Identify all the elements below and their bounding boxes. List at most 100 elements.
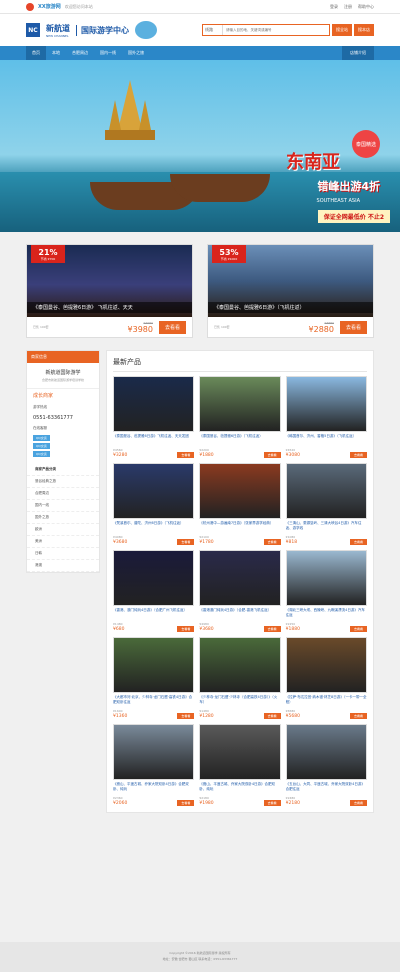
product-title[interactable]: 《湖北三峡大坝、西陵峡、九畹溪漂流4日游》汽车往返 — [286, 606, 367, 622]
product-button[interactable]: 去看看 — [263, 626, 281, 632]
category-item[interactable]: 日韩 — [27, 548, 99, 560]
price-value: 3680 — [115, 539, 128, 545]
deal-button[interactable]: 去看看 — [158, 320, 186, 334]
product-button[interactable]: 去看看 — [177, 539, 195, 545]
site-brand[interactable]: XX旅游网 — [38, 3, 61, 10]
category-item[interactable]: 合肥周边 — [27, 488, 99, 500]
search-shop-button[interactable]: 搜本店 — [354, 24, 374, 36]
product-image[interactable] — [199, 376, 281, 432]
product-title[interactable]: 《嵩山、平遥古城、乔家大院双卧4日游》合肥双卧、纯玩 — [113, 780, 194, 796]
product-image[interactable] — [113, 637, 195, 693]
shop-intro-link[interactable]: 店铺介绍 — [342, 46, 374, 60]
product-title[interactable]: 《拉萨·布达拉宫·纳木错·林芝8日游》（一卡一带一全程） — [286, 693, 367, 709]
product-card[interactable]: 《香港、澳门纯玩4日游》（合肥广州飞机往返） ¥1480 ¥680 去看看 — [113, 550, 195, 632]
product-image[interactable] — [113, 724, 195, 780]
product-card[interactable]: 《三清山、婺源篁岭、三清大峡谷4日游》汽车往返、游学线 ¥1080 ¥818 去看… — [285, 463, 367, 545]
product-title[interactable]: 《泰国曼谷、芭提雅6日游》飞机往返、天天发团 — [113, 432, 194, 448]
deal-card[interactable]: 53% 节省 ¥1000 《泰国曼谷、芭提雅6日游》（飞机往返） 已售 100套 … — [207, 244, 374, 338]
product-card[interactable]: 《杭州港中—游遍南7日游》（张家界游学经典） ¥2100 ¥1780 去看看 — [199, 463, 281, 545]
product-title[interactable]: 《少林寺·龙门石窟·少林寺（合肥高铁4日游）》（火车） — [199, 693, 280, 709]
product-card[interactable]: 《泰国曼谷、芭提雅6日游》飞机往返、天天发团 ¥4560 ¥3280 去看看 — [113, 376, 195, 458]
product-image[interactable] — [285, 550, 367, 606]
product-card[interactable]: 《韩国首尔、济州、香格5日游》（飞机往返） ¥4520 ¥3080 去看看 — [285, 376, 367, 458]
product-image[interactable] — [199, 550, 281, 606]
deal-button[interactable]: 去看看 — [339, 320, 367, 334]
product-card[interactable]: 《湖北三峡大坝、西陵峡、九畹溪漂流4日游》汽车往返 ¥2250 ¥1880 去看看 — [285, 550, 367, 632]
login-link[interactable]: 登录 — [330, 4, 338, 10]
category-item[interactable]: 国外之旅 — [27, 512, 99, 524]
product-price: ¥1980 — [199, 800, 214, 806]
deal-image[interactable]: 21% 节省 ¥700 《泰国曼谷、芭提雅6日游》 飞机往返、天天 — [27, 245, 192, 317]
deal-card[interactable]: 21% 节省 ¥700 《泰国曼谷、芭提雅6日游》 飞机往返、天天 已售 100套… — [26, 244, 193, 338]
category-item[interactable]: 曼谷经典之旅 — [27, 476, 99, 488]
product-image[interactable] — [285, 376, 367, 432]
product-card[interactable]: 《拉萨·布达拉宫·纳木错·林芝8日游》（一卡一带一全程） ¥6580 ¥5680… — [285, 637, 367, 719]
product-card[interactable]: 《五台山、大同、平遥古城、乔家大院双卧4日游》合肥往返 ¥2480 ¥2180 去… — [285, 724, 367, 806]
product-image[interactable] — [285, 463, 367, 519]
product-button[interactable]: 去看看 — [263, 539, 281, 545]
product-image[interactable] — [113, 550, 195, 606]
product-card[interactable]: 《香港澳门纯玩4日游》（合肥-香港飞机往返） ¥4980 ¥3680 去看看 — [199, 550, 281, 632]
product-card[interactable]: 《梵溪首尔、普陀、济州6日游》（飞机往返） ¥4080 ¥3680 去看看 — [113, 463, 195, 545]
product-image[interactable] — [199, 637, 281, 693]
deal-image[interactable]: 53% 节省 ¥1000 《泰国曼谷、芭提雅6日游》（飞机往返） — [208, 245, 373, 317]
product-button[interactable]: 去看看 — [177, 452, 195, 458]
product-price: ¥818 — [285, 539, 298, 545]
product-image[interactable] — [199, 724, 281, 780]
product-button[interactable]: 去看看 — [177, 626, 195, 632]
product-title[interactable]: 《梵溪首尔、普陀、济州6日游》（飞机往返） — [113, 519, 194, 535]
category-item[interactable]: 欧洲 — [27, 524, 99, 536]
product-title[interactable]: 《香港澳门纯玩4日游》（合肥-香港飞机往返） — [199, 606, 280, 622]
product-button[interactable]: 去看看 — [263, 800, 281, 806]
product-image[interactable] — [285, 637, 367, 693]
product-button[interactable]: 去看看 — [349, 713, 367, 719]
product-title[interactable]: 《泰国曼谷、芭提雅6日游》（飞机往返） — [199, 432, 280, 448]
product-title[interactable]: 《五台山、大同、平遥古城、乔家大院双卧4日游》合肥往返 — [286, 780, 367, 796]
shop-name[interactable]: 新航道国际游学 — [33, 369, 93, 376]
product-button[interactable]: 去看看 — [263, 452, 281, 458]
category-item[interactable]: 国内一线 — [27, 500, 99, 512]
product-card[interactable]: 《少林寺·龙门石窟·少林寺（合肥高铁4日游）》（火车） ¥1480 ¥1280 去… — [199, 637, 281, 719]
product-title[interactable]: 《三清山、婺源篁岭、三清大峡谷4日游》汽车往返、游学线 — [286, 519, 367, 535]
product-card[interactable]: 《嵩山、平遥古城、乔家大院双卧4日游》合肥双卧、纯玩 ¥2360 ¥2060 去看… — [113, 724, 195, 806]
category-item[interactable]: 美洲 — [27, 536, 99, 548]
product-title[interactable]: 《韩国首尔、济州、香格5日游》（飞机往返） — [286, 432, 367, 448]
product-title[interactable]: 《香港、澳门纯玩4日游》（合肥广州飞机往返） — [113, 606, 194, 622]
search-type-select[interactable]: 线路 — [203, 25, 223, 35]
product-button[interactable]: 去看看 — [177, 713, 195, 719]
site-logo-icon[interactable] — [26, 2, 34, 11]
qq-button[interactable]: QQ交谈 — [33, 443, 50, 449]
product-button[interactable]: 去看看 — [263, 713, 281, 719]
hero-banner[interactable]: 泰国精选 东南亚 错峰出游4折 SOUTHEAST ASIA 保证全网最低价 不… — [0, 60, 400, 232]
qq-button[interactable]: QQ交谈 — [33, 451, 50, 457]
deal-caption[interactable]: 《泰国曼谷、芭提雅6日游》（飞机往返） — [208, 302, 373, 313]
nav-item-hefei[interactable]: 合肥周边 — [66, 46, 94, 60]
nav-item-home[interactable]: 首页 — [26, 46, 46, 60]
nc-logo[interactable]: NC — [26, 23, 40, 37]
product-image[interactable] — [285, 724, 367, 780]
product-button[interactable]: 去看看 — [349, 539, 367, 545]
nav-item-abroad[interactable]: 国外之旅 — [122, 46, 150, 60]
product-card[interactable]: 《泰国曼谷、芭提雅6日游》（飞机往返） ¥2200 ¥1880 去看看 — [199, 376, 281, 458]
product-title[interactable]: 《嵩山、平遥古城、乔家大院双卧4日游》合肥双卧、纯玩 — [199, 780, 280, 796]
category-item[interactable]: 港澳 — [27, 560, 99, 572]
register-link[interactable]: 注册 — [344, 4, 352, 10]
product-button[interactable]: 去看看 — [177, 800, 195, 806]
nav-item-domestic[interactable]: 国内一线 — [94, 46, 122, 60]
product-card[interactable]: 《大都市河·北京、少林寺·龙门石窟·高铁4日游》合肥双卧往返 ¥1600 ¥13… — [113, 637, 195, 719]
help-link[interactable]: 帮助中心 — [358, 4, 374, 10]
search-input[interactable] — [223, 28, 323, 32]
nav-item-local[interactable]: 本地 — [46, 46, 66, 60]
product-title[interactable]: 《大都市河·北京、少林寺·龙门石窟·高铁4日游》合肥双卧往返 — [113, 693, 194, 709]
product-card[interactable]: 《嵩山、平遥古城、乔家大院双卧4日游》合肥双卧、纯玩 ¥2180 ¥1980 去看… — [199, 724, 281, 806]
qq-button[interactable]: QQ交谈 — [33, 435, 50, 441]
product-image[interactable] — [199, 463, 281, 519]
product-button[interactable]: 去看看 — [349, 800, 367, 806]
product-image[interactable] — [113, 376, 195, 432]
product-image[interactable] — [113, 463, 195, 519]
product-button[interactable]: 去看看 — [349, 626, 367, 632]
deal-caption[interactable]: 《泰国曼谷、芭提雅6日游》 飞机往返、天天 — [27, 302, 192, 313]
product-title[interactable]: 《杭州港中—游遍南7日游》（张家界游学经典） — [199, 519, 280, 535]
search-all-button[interactable]: 搜全站 — [332, 24, 352, 36]
product-button[interactable]: 去看看 — [349, 452, 367, 458]
